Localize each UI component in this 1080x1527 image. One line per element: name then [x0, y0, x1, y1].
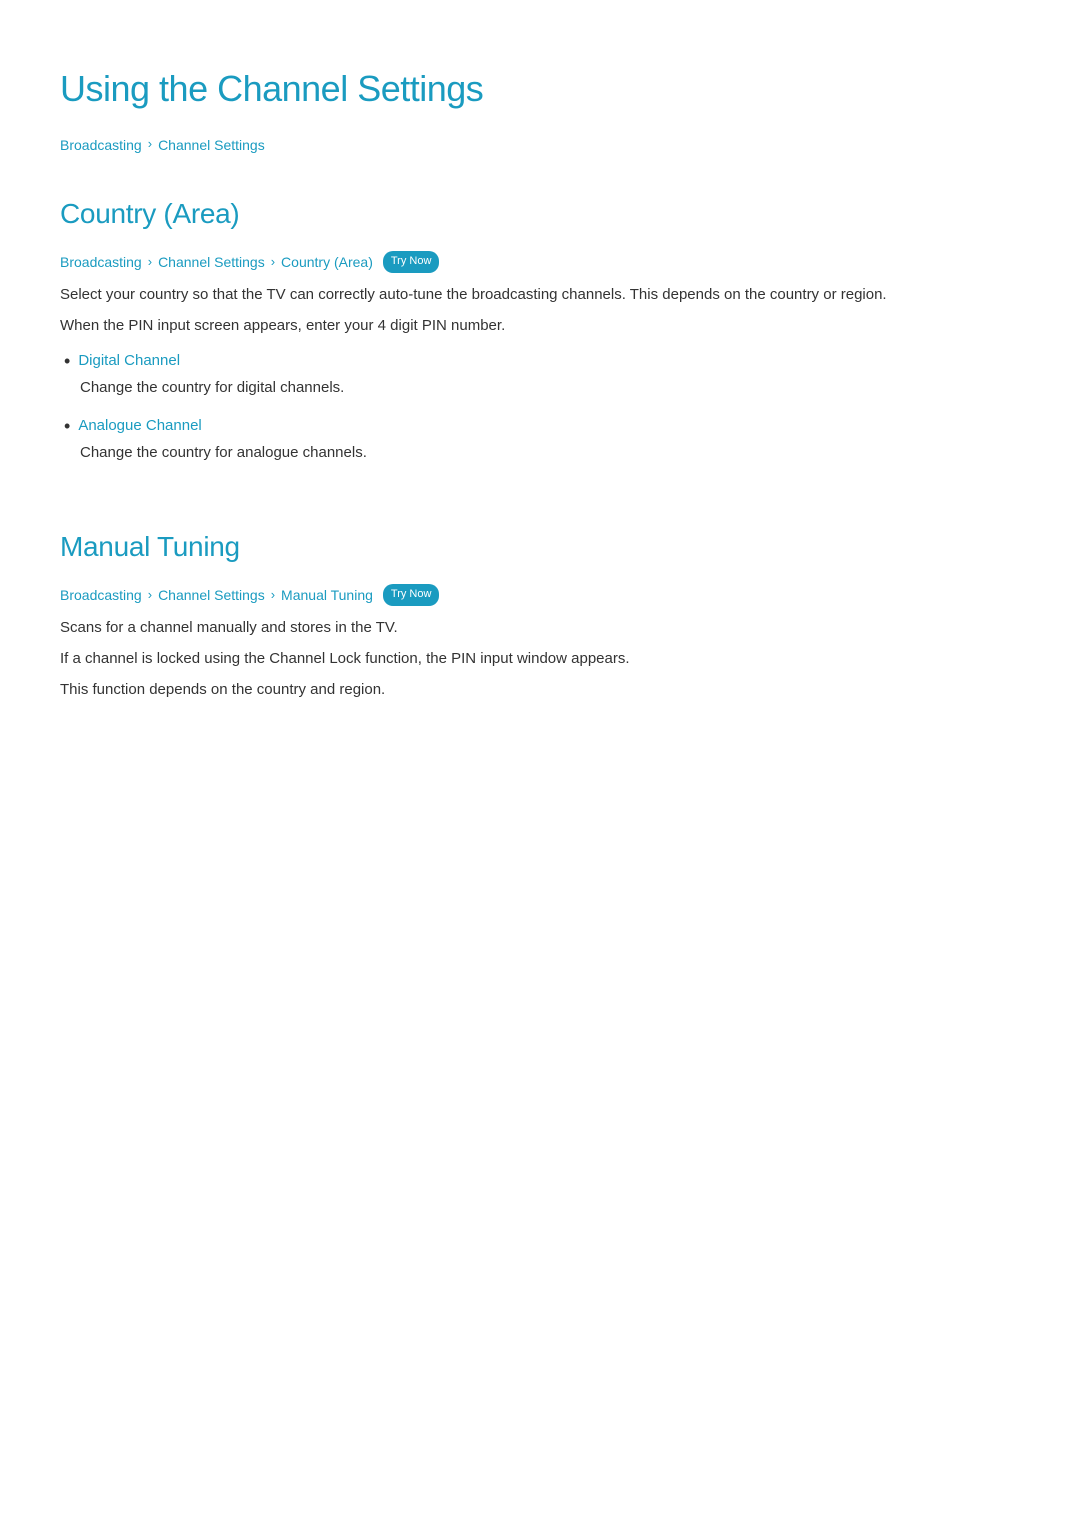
bullet-digital-row: • Digital Channel — [64, 349, 1020, 374]
section-breadcrumb-manual-tuning: Broadcasting › Channel Settings › Manual… — [60, 584, 1020, 606]
analogue-channel-description: Change the country for analogue channels… — [80, 441, 1020, 465]
country-breadcrumb-channel-settings[interactable]: Channel Settings — [158, 251, 265, 273]
bullet-analogue-channel: • Analogue Channel Change the country fo… — [64, 414, 1020, 465]
breadcrumb-sep-5: › — [271, 585, 275, 606]
breadcrumb-sep-3: › — [271, 252, 275, 273]
manual-breadcrumb-broadcasting[interactable]: Broadcasting — [60, 584, 142, 606]
analogue-channel-link[interactable]: Analogue Channel — [78, 414, 201, 438]
top-breadcrumb-channel-settings[interactable]: Channel Settings — [158, 134, 265, 156]
country-bullets: • Digital Channel Change the country for… — [60, 349, 1020, 465]
try-now-badge-country[interactable]: Try Now — [383, 251, 440, 273]
section-breadcrumb-country-area: Broadcasting › Channel Settings › Countr… — [60, 251, 1020, 273]
manual-para-2: If a channel is locked using the Channel… — [60, 647, 1020, 672]
section-title-manual-tuning: Manual Tuning — [60, 525, 1020, 570]
top-breadcrumb: Broadcasting › Channel Settings — [60, 134, 1020, 156]
digital-channel-description: Change the country for digital channels. — [80, 376, 1020, 400]
section-body-country-area: Select your country so that the TV can c… — [60, 283, 1020, 465]
breadcrumb-separator-1: › — [148, 134, 152, 155]
breadcrumb-sep-4: › — [148, 585, 152, 606]
section-country-area: Country (Area) Broadcasting › Channel Se… — [60, 192, 1020, 465]
section-manual-tuning: Manual Tuning Broadcasting › Channel Set… — [60, 525, 1020, 702]
country-breadcrumb-country-area[interactable]: Country (Area) — [281, 251, 373, 273]
section-title-country-area: Country (Area) — [60, 192, 1020, 237]
top-breadcrumb-broadcasting[interactable]: Broadcasting — [60, 134, 142, 156]
page-title: Using the Channel Settings — [60, 60, 1020, 118]
manual-breadcrumb-channel-settings[interactable]: Channel Settings — [158, 584, 265, 606]
manual-para-1: Scans for a channel manually and stores … — [60, 616, 1020, 641]
try-now-badge-manual[interactable]: Try Now — [383, 584, 440, 606]
bullet-dot-2: • — [64, 414, 70, 439]
bullet-analogue-row: • Analogue Channel — [64, 414, 1020, 439]
bullet-digital-channel: • Digital Channel Change the country for… — [64, 349, 1020, 400]
manual-para-3: This function depends on the country and… — [60, 678, 1020, 703]
country-breadcrumb-broadcasting[interactable]: Broadcasting — [60, 251, 142, 273]
manual-breadcrumb-manual-tuning[interactable]: Manual Tuning — [281, 584, 373, 606]
country-para-1: Select your country so that the TV can c… — [60, 283, 1020, 308]
bullet-dot-1: • — [64, 349, 70, 374]
section-divider — [60, 505, 1020, 525]
breadcrumb-sep-2: › — [148, 252, 152, 273]
digital-channel-link[interactable]: Digital Channel — [78, 349, 180, 373]
country-para-2: When the PIN input screen appears, enter… — [60, 314, 1020, 339]
section-body-manual-tuning: Scans for a channel manually and stores … — [60, 616, 1020, 702]
